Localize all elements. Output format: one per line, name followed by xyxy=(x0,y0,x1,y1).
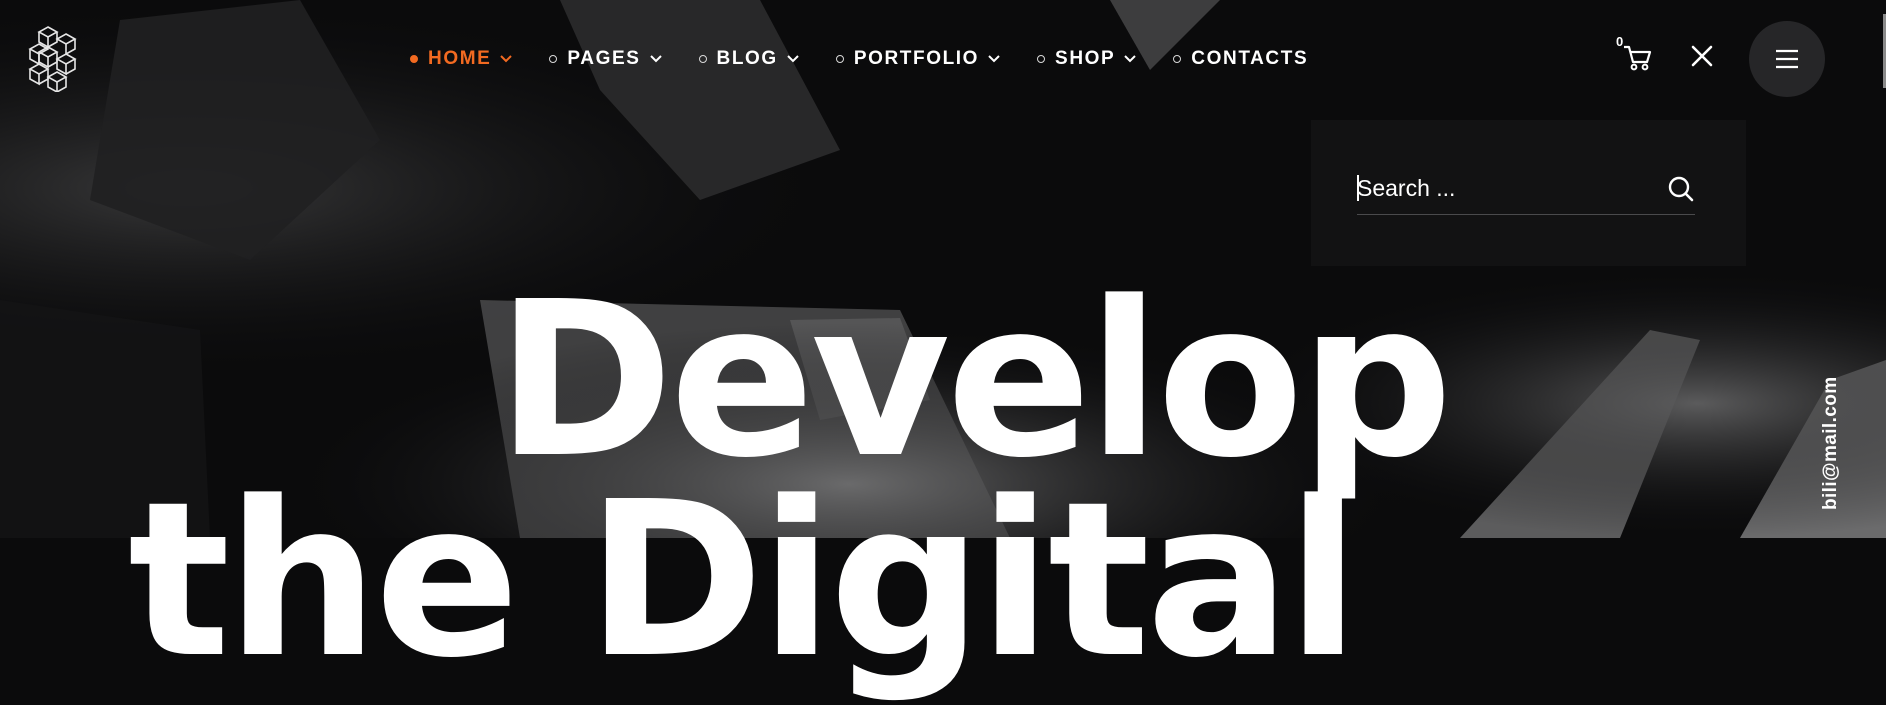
nav-item-label: PAGES xyxy=(567,48,641,69)
chevron-down-icon xyxy=(500,55,513,63)
nav-item-label: CONTACTS xyxy=(1191,48,1309,69)
chevron-down-icon xyxy=(649,55,662,63)
chevron-down-icon xyxy=(787,55,799,63)
nav-item-shop[interactable]: SHOP xyxy=(1037,48,1137,70)
nav-item-home[interactable]: HOME xyxy=(410,48,513,70)
search-icon[interactable] xyxy=(1667,175,1695,203)
search-form xyxy=(1357,166,1695,215)
hero-heading-line-2: the Digital xyxy=(128,456,1360,705)
nav-item-label: PORTFOLIO xyxy=(853,48,980,69)
nav-bullet-icon xyxy=(698,55,707,63)
nav-bullet-icon xyxy=(1037,55,1046,63)
nav-item-pages[interactable]: PAGES xyxy=(549,48,662,70)
main-navigation: HOME PAGES BLOG PORTFOLIO SHOP CONTACTS xyxy=(410,46,1308,72)
site-header: HOME PAGES BLOG PORTFOLIO SHOP CONTACTS xyxy=(0,0,1886,118)
nav-bullet-icon xyxy=(1173,55,1182,63)
nav-bullet-icon xyxy=(410,55,418,63)
search-dropdown-panel xyxy=(1311,120,1746,266)
nav-bullet-icon xyxy=(549,55,558,63)
nav-item-label: BLOG xyxy=(716,48,778,69)
chevron-down-icon xyxy=(1124,55,1137,63)
contact-email-link[interactable]: bili@mail.com xyxy=(1820,376,1842,510)
text-cursor xyxy=(1357,175,1359,201)
nav-item-contacts[interactable]: CONTACTS xyxy=(1173,48,1308,70)
cart-icon xyxy=(1624,45,1652,71)
nav-item-label: SHOP xyxy=(1055,48,1116,69)
nav-bullet-icon xyxy=(835,55,844,63)
nav-item-blog[interactable]: BLOG xyxy=(698,48,800,70)
hamburger-icon xyxy=(1776,49,1798,69)
nav-item-portfolio[interactable]: PORTFOLIO xyxy=(835,48,1001,70)
chevron-down-icon xyxy=(988,55,1000,63)
nav-item-label: HOME xyxy=(428,48,492,69)
close-icon[interactable] xyxy=(1690,44,1714,68)
cart-button[interactable]: 0 xyxy=(1614,34,1658,74)
hero-heading-line-1: Develop xyxy=(496,256,1453,505)
hamburger-menu-button[interactable] xyxy=(1749,21,1825,97)
logo-cubes-icon[interactable] xyxy=(28,24,86,92)
search-input[interactable] xyxy=(1357,166,1647,210)
